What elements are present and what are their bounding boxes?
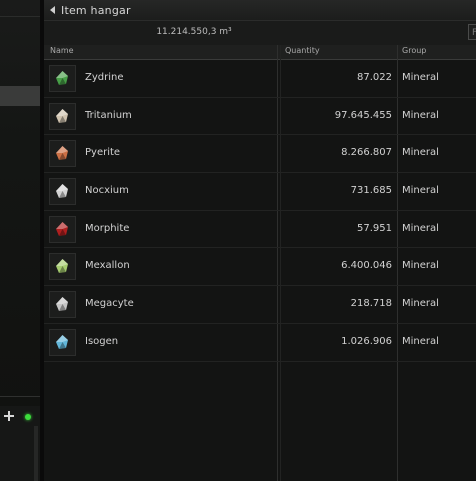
item-name: Zydrine: [85, 72, 124, 83]
zydrine-icon: [49, 65, 76, 92]
item-name: Morphite: [85, 222, 130, 234]
item-group: Mineral: [402, 260, 439, 272]
column-header-name[interactable]: Name: [50, 46, 74, 55]
item-quantity: 1.026.906: [341, 335, 392, 347]
item-quantity: 6.400.046: [341, 260, 392, 272]
left-panel: [0, 0, 40, 481]
table-row[interactable]: Nocxium 731.685 Mineral: [44, 173, 476, 211]
item-name: Nocxium: [85, 185, 129, 197]
item-group: Mineral: [402, 222, 439, 234]
table-row[interactable]: Tritanium 97.645.455 Mineral: [44, 98, 476, 136]
table-row[interactable]: Mexallon 6.400.046 Mineral: [44, 248, 476, 287]
item-name: Tritanium: [85, 109, 132, 121]
megacyte-icon: [49, 291, 76, 319]
morphite-icon: [49, 215, 76, 243]
left-panel-divider: [0, 396, 40, 397]
left-panel-divider: [0, 16, 40, 17]
item-group: Mineral: [402, 147, 439, 159]
item-quantity: 97.645.455: [334, 109, 392, 121]
item-quantity: 8.266.807: [341, 147, 392, 159]
plus-icon[interactable]: [4, 411, 14, 421]
item-quantity: 731.685: [350, 185, 392, 197]
item-group: Mineral: [402, 185, 439, 197]
status-led-icon: [25, 414, 31, 420]
nocxium-icon: [49, 178, 76, 206]
capacity-readout: 11.214.550,3 m³: [156, 27, 232, 37]
item-group: Mineral: [402, 109, 439, 121]
collapse-arrow-icon[interactable]: [50, 6, 55, 14]
item-hangar-window: Item hangar 11.214.550,3 m³ F Name Quant…: [44, 0, 476, 481]
window-title: Item hangar: [61, 3, 131, 17]
item-quantity: 57.951: [357, 222, 392, 234]
left-panel-selected-row[interactable]: [0, 86, 40, 106]
pyerite-icon: [49, 140, 76, 168]
item-name: Isogen: [85, 335, 119, 347]
item-group: Mineral: [402, 72, 439, 83]
item-group: Mineral: [402, 335, 439, 347]
table-row[interactable]: Morphite 57.951 Mineral: [44, 211, 476, 249]
capacity-bar: 11.214.550,3 m³ F: [44, 20, 476, 46]
item-list: Zydrine 87.022 Mineral Tritanium 97.645.455 M…: [44, 60, 476, 362]
item-name: Mexallon: [85, 260, 130, 272]
table-row[interactable]: Megacyte 218.718 Mineral: [44, 286, 476, 324]
table-row[interactable]: Zydrine 87.022 Mineral: [44, 60, 476, 98]
table-row[interactable]: Pyerite 8.266.807 Mineral: [44, 135, 476, 174]
window-titlebar[interactable]: Item hangar: [44, 0, 476, 20]
column-header-quantity[interactable]: Quantity: [285, 46, 320, 55]
filter-input[interactable]: F: [468, 24, 476, 40]
column-header-group[interactable]: Group: [402, 46, 426, 55]
left-panel-scrollbar[interactable]: [34, 426, 38, 481]
item-quantity: 218.718: [350, 298, 392, 310]
item-group: Mineral: [402, 298, 439, 310]
mexallon-icon: [49, 253, 76, 281]
item-name: Megacyte: [85, 298, 134, 310]
tritanium-icon: [49, 102, 76, 130]
column-headers: Name Quantity Group: [44, 45, 476, 60]
item-quantity: 87.022: [357, 72, 392, 83]
table-row[interactable]: Isogen 1.026.906 Mineral: [44, 324, 476, 362]
isogen-icon: [49, 328, 76, 356]
item-name: Pyerite: [85, 147, 121, 159]
